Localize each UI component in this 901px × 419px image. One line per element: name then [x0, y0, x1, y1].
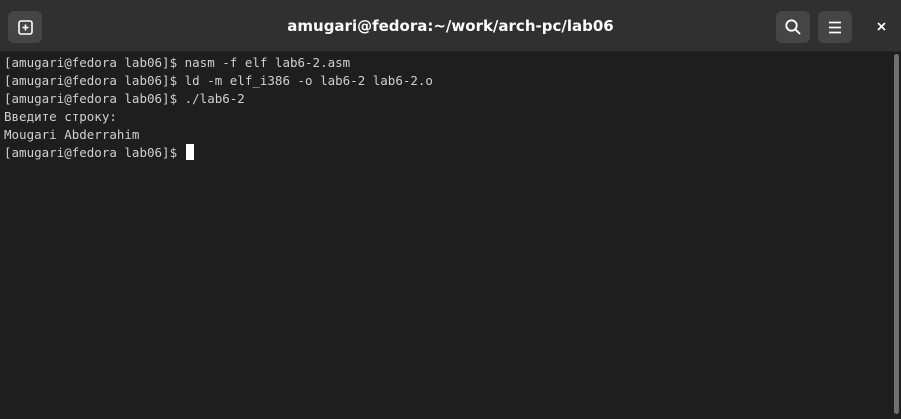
hamburger-menu-icon [829, 21, 841, 34]
close-window-button[interactable] [866, 13, 896, 41]
terminal-line: [amugari@fedora lab06]$ ./lab6-2 [4, 91, 245, 106]
terminal-output[interactable]: [amugari@fedora lab06]$ nasm -f elf lab6… [0, 52, 893, 419]
shell-prompt: [amugari@fedora lab06]$ [4, 145, 185, 160]
terminal-line: [amugari@fedora lab06]$ nasm -f elf lab6… [4, 55, 351, 70]
search-icon [785, 19, 801, 35]
text-cursor [185, 144, 194, 160]
header-bar: amugari@fedora:~/work/arch-pc/lab06 [0, 0, 901, 52]
terminal-window: amugari@fedora:~/work/arch-pc/lab06 [amu… [0, 0, 901, 419]
terminal-line: Введите строку: [4, 109, 117, 124]
main-menu-button[interactable] [818, 11, 852, 43]
terminal-line: [amugari@fedora lab06]$ ld -m elf_i386 -… [4, 73, 433, 88]
search-button[interactable] [776, 11, 810, 43]
terminal-line: Mougari Abderrahim [4, 127, 140, 142]
prompt-line: [amugari@fedora lab06]$ [4, 144, 893, 162]
close-icon [877, 22, 886, 31]
scrollbar-thumb[interactable] [894, 54, 899, 414]
window-title: amugari@fedora:~/work/arch-pc/lab06 [287, 17, 614, 35]
vertical-scrollbar[interactable] [893, 52, 901, 419]
